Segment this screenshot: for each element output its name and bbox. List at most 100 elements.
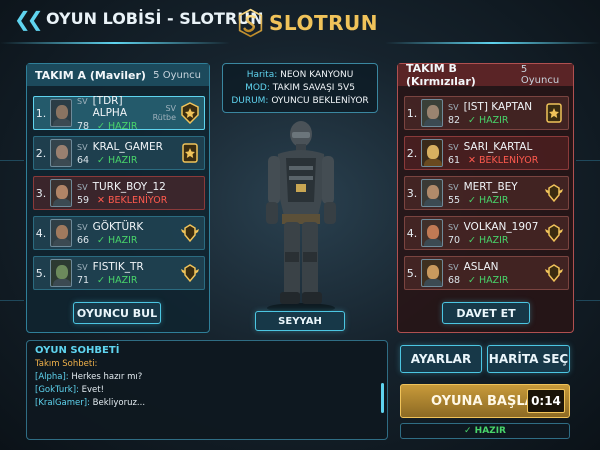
- sv-tag: SV: [448, 142, 459, 152]
- sv-tag: SV: [77, 262, 88, 272]
- team-b-count: 5 Oyuncu: [520, 64, 560, 86]
- chat-user: [KralGamer]:: [35, 398, 90, 408]
- chat-message: [KralGamer]: Bekliyoruz...: [27, 397, 387, 410]
- sv-tag: SV: [77, 182, 88, 192]
- decor-line: [0, 300, 24, 301]
- settings-button[interactable]: AYARLAR: [400, 345, 482, 373]
- rank-wings-badge-icon: [545, 264, 563, 283]
- slot-number: 1.: [406, 106, 418, 120]
- map-select-button[interactable]: HARİTA SEÇ: [487, 345, 570, 373]
- map-key: Harita:: [246, 70, 278, 80]
- sv-tag: SV: [77, 142, 88, 152]
- ready-status: ✓ HAZIR: [97, 120, 138, 132]
- player-name: KRAL_GAMER: [92, 140, 163, 153]
- start-game-button[interactable]: OYUNA BAŞLA 0:14: [400, 384, 570, 418]
- match-info-panel: Harita: NEON KANYONU MOD: TAKIM SAVAŞI 5…: [222, 63, 378, 113]
- player-slot[interactable]: 2. SV KRAL_GAMER 64 ✓ HAZIR: [33, 136, 205, 170]
- player-name: TURK_BOY_12: [92, 180, 166, 193]
- invite-button[interactable]: DAVET ET: [442, 302, 530, 324]
- chat-channel-label: Takım Sohbeti:: [35, 359, 98, 369]
- decor-line: [0, 160, 24, 161]
- chat-scrollbar[interactable]: [381, 383, 384, 413]
- sv-tag: SV: [77, 96, 88, 106]
- player-level: 61: [448, 154, 461, 166]
- waiting-status: ✕ BEKLENİYOR: [468, 154, 539, 166]
- top-bar: ❮❮ OYUN LOBİSİ - SLOTRUN SLOTRUN: [0, 0, 600, 44]
- sv-tag: SV: [448, 222, 459, 232]
- ready-status: ✓ HAZIR: [97, 234, 138, 246]
- ready-status: ✓ HAZIR: [468, 114, 509, 126]
- sv-tag: SV: [448, 182, 459, 192]
- rank-badge-icon: [546, 103, 562, 123]
- player-slot[interactable]: 5. SV FISTIK_TR 71 ✓ HAZIR: [33, 256, 205, 290]
- slot-number: 1.: [35, 106, 47, 120]
- team-a-header: TAKIM A (Maviler) 5 Oyuncu: [27, 64, 209, 86]
- rank-star-badge-icon: [181, 102, 199, 124]
- avatar: [50, 219, 72, 247]
- character-model: [266, 121, 336, 313]
- slot-number: 3.: [35, 186, 47, 200]
- player-name: VOLKAN_1907: [463, 220, 539, 233]
- avatar: [421, 259, 443, 287]
- chat-text: Evet!: [81, 385, 104, 395]
- player-level: 82: [448, 114, 461, 126]
- player-level: 70: [448, 234, 461, 246]
- double-chevron-left-icon: ❮❮: [14, 7, 43, 31]
- ready-indicator[interactable]: ✓ HAZIR: [400, 423, 570, 439]
- ready-status: ✓ HAZIR: [468, 234, 509, 246]
- start-game-label: OYUNA BAŞLA: [431, 393, 535, 409]
- player-slot[interactable]: 4. SV GÖKTÜRK 66 ✓ HAZIR: [33, 216, 205, 250]
- avatar: [50, 139, 72, 167]
- chat-text: Bekliyoruz...: [92, 398, 146, 408]
- slot-number: 2.: [406, 146, 418, 160]
- player-slot[interactable]: 2. SV SARI_KARTAL 61 ✕ BEKLENİYOR: [404, 136, 569, 170]
- player-name: [TDR] ALPHA: [92, 94, 128, 119]
- player-name: [IST] KAPTAN: [463, 100, 533, 113]
- header-divider: [0, 42, 230, 44]
- slot-number: 2.: [35, 146, 47, 160]
- rank-wings-badge-icon: [181, 224, 199, 243]
- state-key: DURUM:: [231, 96, 269, 106]
- player-level: 64: [77, 154, 90, 166]
- waiting-status: ✕ BEKLENİYOR: [97, 194, 168, 206]
- map-value: NEON KANYONU: [280, 70, 354, 80]
- countdown-timer: 0:14: [527, 389, 565, 413]
- player-level: 55: [448, 194, 461, 206]
- chat-message: [Alpha]: Herkes hazır mı?: [27, 371, 387, 384]
- rank-wings-badge-icon: [545, 224, 563, 243]
- slot-number: 5.: [35, 266, 47, 280]
- back-button[interactable]: ❮❮: [14, 7, 43, 31]
- avatar: [421, 179, 443, 207]
- sv-tag: SV: [448, 102, 459, 112]
- player-slot[interactable]: 5. SV ASLAN 68 ✓ HAZIR: [404, 256, 569, 290]
- player-slot[interactable]: 4. SV VOLKAN_1907 70 ✓ HAZIR: [404, 216, 569, 250]
- chat-text: Herkes hazır mı?: [71, 372, 143, 382]
- team-a-panel: TAKIM A (Maviler) 5 Oyuncu 1. SV [TDR] AL…: [26, 63, 210, 333]
- rank-wings-badge-icon: [545, 184, 563, 203]
- chat-user: [Alpha]:: [35, 372, 69, 382]
- player-slot[interactable]: 1. SV [TDR] ALPHA 78 ✓ HAZIR SV Rütbe: [33, 94, 205, 132]
- sv-tag: SV: [448, 262, 459, 272]
- avatar: [421, 99, 443, 127]
- chat-user: [GokTurk]:: [35, 385, 79, 395]
- avatar: [421, 139, 443, 167]
- team-a-count: 5 Oyuncu: [153, 69, 201, 81]
- game-logo: SLOTRUN: [238, 4, 378, 42]
- player-name: MERT_BEY: [463, 180, 518, 193]
- rank-wings-badge-icon: [181, 264, 199, 283]
- player-level: 68: [448, 274, 461, 286]
- player-name: GÖKTÜRK: [92, 220, 144, 233]
- ready-status: ✓ HAZIR: [97, 274, 138, 286]
- chat-message: [GokTurk]: Evet!: [27, 384, 387, 397]
- find-player-button[interactable]: OYUNCU BUL: [73, 302, 161, 324]
- logo-text: SLOTRUN: [269, 11, 378, 35]
- player-slot[interactable]: 3. SV MERT_BEY 55 ✓ HAZIR: [404, 176, 569, 210]
- player-slot[interactable]: 3. SV TURK_BOY_12 59 ✕ BEKLENİYOR: [33, 176, 205, 210]
- player-level: 59: [77, 194, 90, 206]
- player-slot[interactable]: 1. SV [IST] KAPTAN 82 ✓ HAZIR: [404, 96, 569, 130]
- chat-panel: OYUN SOHBETİ Takım Sohbeti: [Alpha]: Her…: [26, 340, 388, 440]
- page-title: OYUN LOBİSİ - SLOTRUN: [46, 9, 264, 28]
- state-value: OYUNCU BEKLENİYOR: [271, 96, 369, 106]
- team-a-name: TAKIM A (Maviler): [35, 68, 146, 82]
- character-name-button[interactable]: SEYYAH: [255, 311, 345, 331]
